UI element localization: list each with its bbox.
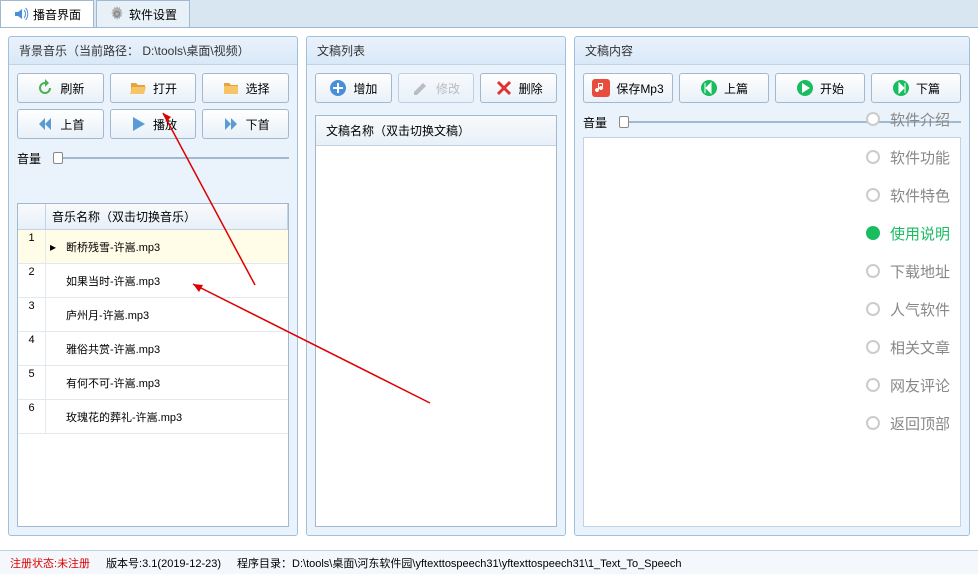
table-row[interactable]: 1▸断桥残雪-许嵩.mp3 [18, 230, 288, 264]
volume-label: 音量 [17, 150, 41, 167]
nav-dot-icon [866, 150, 880, 164]
doc-list[interactable]: 文稿名称（双击切换文稿） [315, 115, 557, 527]
nav-dot-icon [866, 340, 880, 354]
main-area: 背景音乐（当前路径： D:\tools\桌面\视频） 刷新 打开 选择 [0, 28, 978, 544]
panel-title: 文稿列表 [307, 37, 565, 65]
side-nav: 软件介绍软件功能软件特色使用说明下载地址人气软件相关文章网友评论返回顶部 [866, 100, 966, 442]
side-nav-item[interactable]: 相关文章 [866, 328, 966, 366]
add-icon [329, 79, 347, 97]
music-table: 音乐名称（双击切换音乐） 1▸断桥残雪-许嵩.mp32如果当时-许嵩.mp33庐… [17, 203, 289, 527]
table-row[interactable]: 6玫瑰花的葬礼-许嵩.mp3 [18, 400, 288, 434]
version-info: 版本号:3.1(2019-12-23) [106, 555, 221, 571]
start-button[interactable]: 开始 [775, 73, 865, 103]
add-button[interactable]: 增加 [315, 73, 392, 103]
prev-icon [36, 115, 54, 133]
prev-circle-icon [700, 79, 718, 97]
edit-icon [412, 79, 430, 97]
nav-dot-icon [866, 264, 880, 278]
next-circle-icon [892, 79, 910, 97]
play-button[interactable]: 播放 [110, 109, 197, 139]
delete-icon [495, 79, 513, 97]
folder-open-icon [129, 79, 147, 97]
col-index [18, 204, 46, 229]
nav-dot-icon [866, 302, 880, 316]
gear-icon [109, 6, 125, 22]
nav-dot-icon [866, 112, 880, 126]
next-track-button[interactable]: 下首 [202, 109, 289, 139]
speaker-icon [13, 6, 29, 22]
play-circle-icon [796, 79, 814, 97]
volume-slider[interactable] [47, 149, 289, 167]
refresh-button[interactable]: 刷新 [17, 73, 104, 103]
nav-dot-icon [866, 188, 880, 202]
tabs-bar: 播音界面 软件设置 [0, 0, 978, 28]
volume-label: 音量 [583, 114, 607, 131]
program-path: 程序目录：D:\tools\桌面\河东软件园\yftexttospeech31\… [237, 555, 681, 571]
table-row[interactable]: 2如果当时-许嵩.mp3 [18, 264, 288, 298]
registration-status: 注册状态:未注册 [10, 555, 90, 571]
nav-dot-icon [866, 416, 880, 430]
folder-icon [222, 79, 240, 97]
tab-label: 播音界面 [33, 6, 81, 23]
table-row[interactable]: 3庐州月-许嵩.mp3 [18, 298, 288, 332]
open-button[interactable]: 打开 [110, 73, 197, 103]
nav-dot-icon [866, 226, 880, 240]
save-mp3-button[interactable]: 保存Mp3 [583, 73, 673, 103]
list-header: 文稿名称（双击切换文稿） [316, 116, 556, 146]
table-row[interactable]: 5有何不可-许嵩.mp3 [18, 366, 288, 400]
delete-button[interactable]: 删除 [480, 73, 557, 103]
col-name: 音乐名称（双击切换音乐） [46, 204, 288, 229]
table-row[interactable]: 4雅俗共赏-许嵩.mp3 [18, 332, 288, 366]
side-nav-item[interactable]: 下载地址 [866, 252, 966, 290]
side-nav-item[interactable]: 网友评论 [866, 366, 966, 404]
prev-doc-button[interactable]: 上篇 [679, 73, 769, 103]
status-bar: 注册状态:未注册 版本号:3.1(2019-12-23) 程序目录：D:\too… [0, 550, 978, 574]
side-nav-item[interactable]: 软件介绍 [866, 100, 966, 138]
side-nav-item[interactable]: 返回顶部 [866, 404, 966, 442]
tab-broadcast[interactable]: 播音界面 [0, 0, 94, 27]
prev-track-button[interactable]: 上首 [17, 109, 104, 139]
tab-label: 软件设置 [129, 6, 177, 23]
music-note-icon [592, 79, 610, 97]
side-nav-item[interactable]: 使用说明 [866, 214, 966, 252]
panel-doclist: 文稿列表 增加 修改 删除 文稿名称（双击切换文稿） [306, 36, 566, 536]
side-nav-item[interactable]: 软件特色 [866, 176, 966, 214]
tab-settings[interactable]: 软件设置 [96, 0, 190, 27]
next-doc-button[interactable]: 下篇 [871, 73, 961, 103]
panel-title: 背景音乐（当前路径： D:\tools\桌面\视频） [9, 37, 297, 65]
refresh-icon [36, 79, 54, 97]
panel-title: 文稿内容 [575, 37, 969, 65]
play-icon [129, 115, 147, 133]
panel-bgmusic: 背景音乐（当前路径： D:\tools\桌面\视频） 刷新 打开 选择 [8, 36, 298, 536]
side-nav-item[interactable]: 软件功能 [866, 138, 966, 176]
select-button[interactable]: 选择 [202, 73, 289, 103]
next-icon [222, 115, 240, 133]
side-nav-item[interactable]: 人气软件 [866, 290, 966, 328]
nav-dot-icon [866, 378, 880, 392]
edit-button[interactable]: 修改 [398, 73, 475, 103]
